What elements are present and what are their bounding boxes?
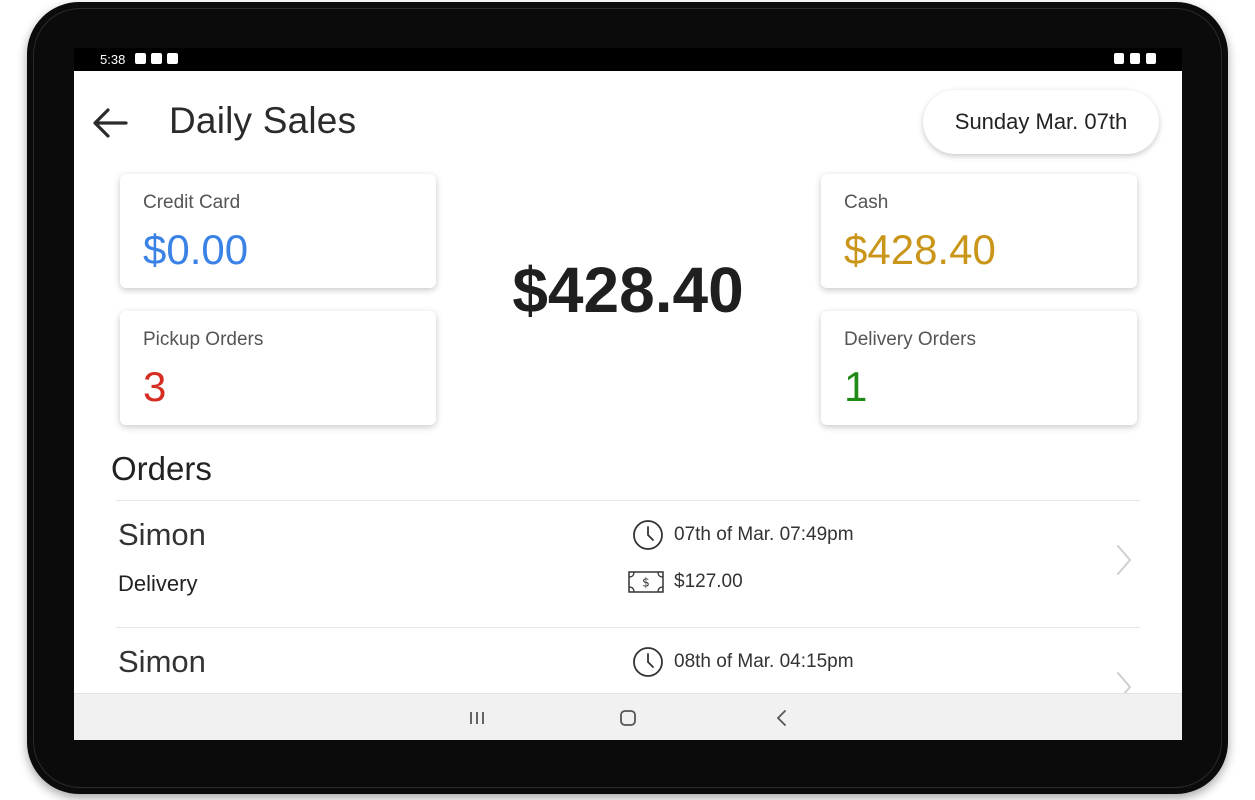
chevron-right-icon: [1117, 545, 1132, 575]
order-time: 07th of Mar. 07:49pm: [632, 519, 854, 551]
battery-icon: [1146, 53, 1156, 64]
clock-icon: [633, 647, 663, 677]
chevron-left-icon: [776, 710, 786, 726]
home-icon: [620, 710, 636, 726]
order-type: Delivery: [118, 571, 198, 596]
app-screen: 5:38 Daily Sales Sunday Mar. 07th Credit…: [74, 48, 1182, 740]
clock-icon: [633, 520, 663, 550]
delivery-orders-label: Delivery Orders: [844, 329, 976, 350]
back-button[interactable]: [90, 103, 130, 143]
delivery-orders-summary-card: Delivery Orders 1: [821, 311, 1137, 425]
pickup-orders-label: Pickup Orders: [143, 329, 264, 350]
image-notification-icon: [135, 53, 146, 64]
pickup-orders-value: 3: [143, 363, 167, 410]
status-time: 5:38: [100, 52, 126, 67]
order-row[interactable]: Simon Delivery 07th of Mar. 07:49pm $ $1…: [116, 501, 1140, 627]
credit-card-label: Credit Card: [143, 192, 241, 213]
total-sales-amount: $428.40: [512, 254, 744, 326]
wifi-icon: [1130, 53, 1140, 64]
svg-text:$: $: [642, 576, 650, 590]
cash-label: Cash: [844, 192, 889, 213]
delivery-orders-value: 1: [844, 363, 868, 410]
home-button[interactable]: [617, 708, 639, 728]
bag-notification-icon: [151, 53, 162, 64]
system-icons: [1114, 53, 1156, 64]
system-navigation-bar: [74, 693, 1182, 740]
arrow-left-icon: [93, 108, 128, 138]
order-customer-name: Simon: [118, 517, 206, 552]
credit-card-summary-card: Credit Card $0.00: [120, 174, 436, 288]
credit-card-value: $0.00: [143, 226, 249, 273]
order-time: 08th of Mar. 04:15pm: [632, 646, 854, 678]
system-back-button[interactable]: [771, 708, 793, 728]
orders-section-title: Orders: [111, 450, 212, 487]
pickup-orders-summary-card: Pickup Orders 3: [120, 311, 436, 425]
cash-value: $428.40: [844, 226, 996, 273]
recent-apps-icon: [470, 712, 484, 724]
status-bar: 5:38: [74, 48, 1182, 71]
mute-icon: [1114, 53, 1124, 64]
order-customer-name: Simon: [118, 644, 206, 679]
date-selector-button[interactable]: Sunday Mar. 07th: [923, 90, 1159, 154]
recent-apps-button[interactable]: [466, 708, 488, 728]
notification-icons: [135, 53, 178, 64]
app-notification-icon: [167, 53, 178, 64]
order-time-text: 08th of Mar. 04:15pm: [674, 651, 854, 672]
cash-summary-card: Cash $428.40: [821, 174, 1137, 288]
order-time-text: 07th of Mar. 07:49pm: [674, 524, 854, 545]
cash-bill-icon: $: [628, 571, 664, 593]
date-label: Sunday Mar. 07th: [954, 109, 1128, 134]
order-amount-text: $127.00: [674, 571, 743, 592]
order-amount: $ $127.00: [628, 571, 743, 593]
page-title: Daily Sales: [169, 100, 357, 141]
